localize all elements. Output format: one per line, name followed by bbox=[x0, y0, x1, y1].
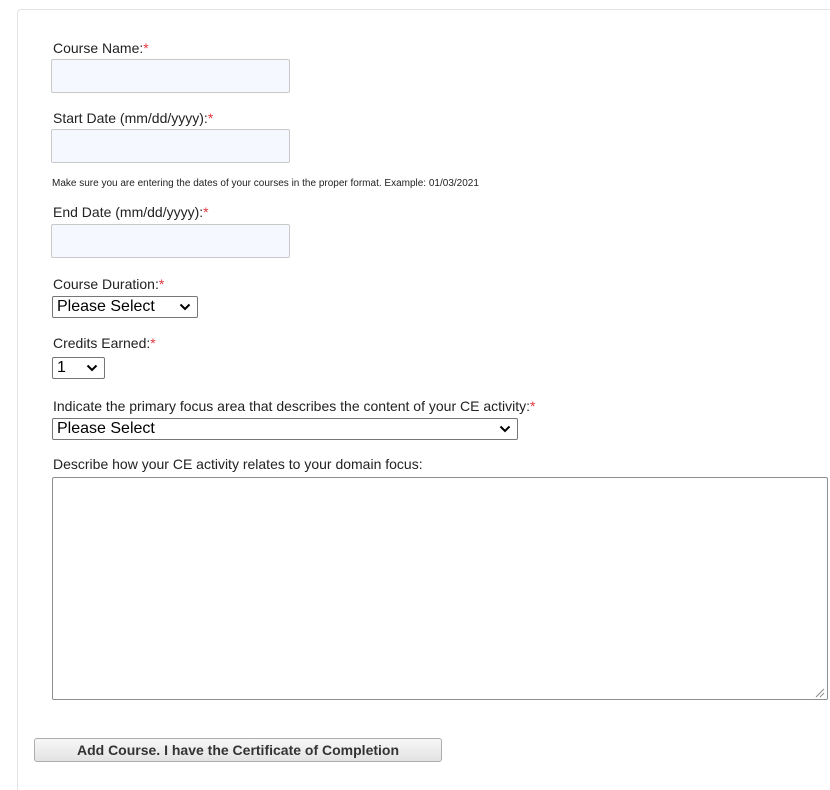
focus-area-selected-value: Please Select bbox=[57, 420, 155, 437]
credits-earned-select[interactable]: 1 bbox=[52, 357, 105, 379]
end-date-input[interactable] bbox=[51, 224, 290, 258]
course-duration-selected-value: Please Select bbox=[57, 298, 155, 315]
required-marker: * bbox=[158, 276, 165, 292]
required-marker: * bbox=[203, 204, 209, 220]
required-marker: * bbox=[150, 335, 156, 351]
end-date-label: End Date (mm/dd/yyyy):* bbox=[53, 204, 209, 220]
add-course-button[interactable]: Add Course. I have the Certificate of Co… bbox=[34, 738, 442, 762]
credits-earned-label: Credits Earned:* bbox=[53, 335, 156, 351]
course-name-input[interactable] bbox=[51, 59, 290, 93]
required-marker: * bbox=[207, 110, 214, 126]
course-duration-label: Course Duration:* bbox=[53, 276, 165, 292]
course-name-label: Course Name:* bbox=[53, 40, 149, 56]
start-date-input[interactable] bbox=[51, 129, 290, 163]
course-duration-select[interactable]: Please Select bbox=[52, 296, 198, 318]
start-date-label: Start Date (mm/dd/yyyy):* bbox=[53, 110, 214, 126]
focus-area-label: Indicate the primary focus area that des… bbox=[53, 398, 536, 414]
domain-focus-label: Describe how your CE activity relates to… bbox=[53, 456, 423, 472]
resize-grip-icon[interactable] bbox=[814, 687, 825, 698]
chevron-down-icon bbox=[86, 364, 98, 372]
chevron-down-icon bbox=[179, 303, 191, 311]
date-format-hint: Make sure you are entering the dates of … bbox=[52, 178, 479, 189]
required-marker: * bbox=[530, 398, 536, 414]
focus-area-select[interactable]: Please Select bbox=[52, 418, 518, 440]
chevron-down-icon bbox=[499, 425, 511, 433]
domain-focus-textarea[interactable] bbox=[52, 477, 828, 700]
required-marker: * bbox=[143, 40, 149, 56]
credits-earned-selected-value: 1 bbox=[57, 359, 66, 376]
